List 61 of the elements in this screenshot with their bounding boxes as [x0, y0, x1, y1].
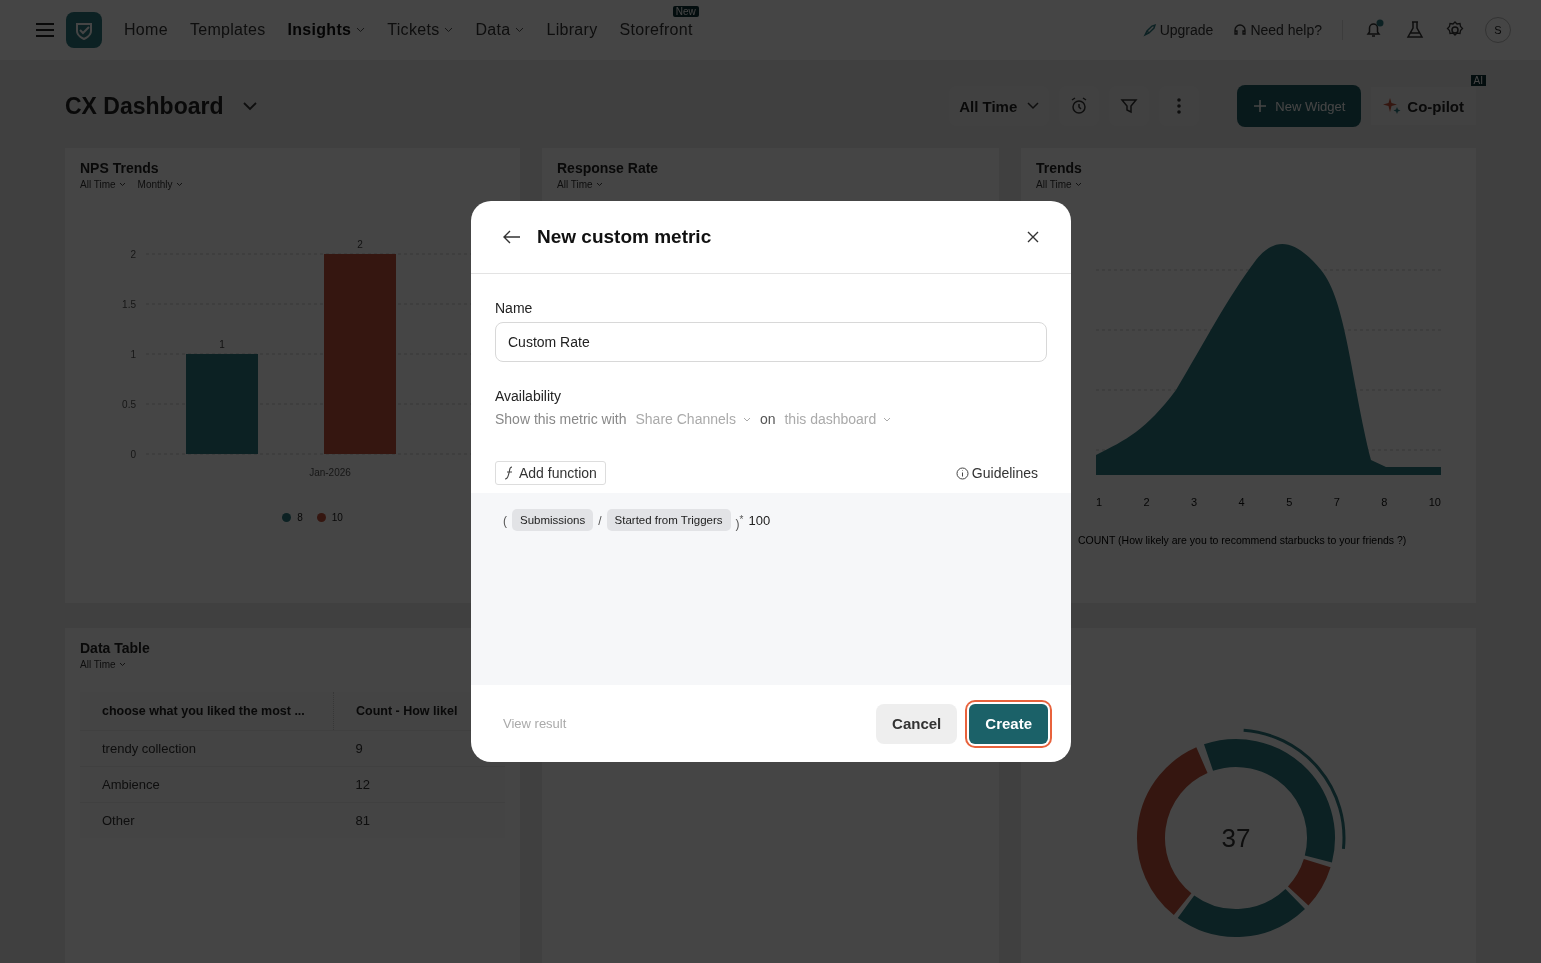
chevron-down-icon	[444, 27, 454, 33]
sparkle-icon	[1383, 97, 1402, 115]
close-icon[interactable]	[1027, 231, 1039, 243]
widget-title: NPS Trends	[80, 160, 160, 176]
chevron-down-icon	[1074, 182, 1082, 187]
legend-label: 10	[331, 512, 343, 523]
axis-title: COUNT (How likely are you to recommend starbucks to your friends ?)	[1078, 534, 1408, 546]
x-axis-label: 7	[1333, 496, 1340, 508]
chevron-down-icon	[1027, 102, 1040, 110]
chevron-down-icon	[175, 182, 183, 187]
filter-icon	[1120, 97, 1139, 115]
availability-text: on	[759, 411, 776, 427]
more-vertical-icon	[1177, 97, 1182, 115]
x-axis-label: 1	[1096, 496, 1103, 508]
guidelines-link[interactable]: Guidelines	[955, 465, 1038, 481]
x-axis-label: 5	[1286, 496, 1293, 508]
chevron-down-icon	[742, 416, 751, 422]
legend-label: 8	[297, 512, 303, 523]
x-axis-label: 2	[1143, 496, 1150, 508]
plus-icon	[1253, 99, 1268, 113]
formula-token[interactable]: Submissions	[512, 509, 594, 531]
formula-operator: /	[598, 513, 602, 528]
widget-title: Trends	[1036, 160, 1083, 176]
widget-title: Data Table	[80, 640, 151, 656]
formula-token[interactable]: Started from Triggers	[606, 509, 731, 531]
x-axis-label: 8	[1381, 496, 1388, 508]
x-axis-label: 4	[1238, 496, 1245, 508]
add-function-button[interactable]: Add function	[495, 461, 606, 485]
nav-tab[interactable]: Insights	[287, 21, 366, 39]
new-badge: New	[672, 6, 699, 17]
chevron-down-icon	[595, 182, 603, 187]
formula-number: 100	[748, 512, 771, 528]
name-input-field[interactable]: Custom Rate	[495, 322, 1047, 362]
chevron-down-icon	[118, 662, 126, 667]
channel-dropdown[interactable]: Share Channels	[635, 411, 751, 427]
chevron-down-icon	[515, 27, 525, 33]
function-icon	[504, 466, 514, 480]
back-arrow-icon[interactable]	[503, 230, 521, 244]
flask-icon[interactable]	[1405, 20, 1425, 40]
availability-text: Show this metric with	[495, 411, 627, 427]
chevron-down-icon	[118, 182, 126, 187]
cancel-button[interactable]: Cancel	[876, 703, 958, 744]
column-header: choose what you liked the most ...	[80, 692, 334, 731]
chevron-down-icon	[883, 416, 892, 422]
headset-icon	[1233, 23, 1248, 37]
scope-dropdown[interactable]: this dashboard	[784, 411, 892, 427]
formula-operator: )$^{*}$	[735, 513, 744, 531]
widget-title: Response Rate	[557, 160, 660, 176]
rocket-icon	[1142, 23, 1157, 37]
formula-editor[interactable]: ( Submissions / Started from Triggers )$^{*}$ 100	[471, 493, 1071, 685]
chevron-down-icon[interactable]	[243, 101, 258, 111]
formula-operator: (	[503, 513, 507, 528]
menu-icon[interactable]	[34, 21, 56, 39]
dialog-title: New custom metric	[537, 226, 712, 248]
field-label: Name	[495, 300, 534, 316]
ai-badge: AI	[1470, 75, 1486, 86]
x-axis-label: 3	[1191, 496, 1198, 508]
logo-icon[interactable]	[66, 12, 102, 48]
info-icon	[955, 466, 969, 480]
chevron-down-icon	[356, 27, 366, 33]
field-label: Availability	[495, 388, 562, 404]
